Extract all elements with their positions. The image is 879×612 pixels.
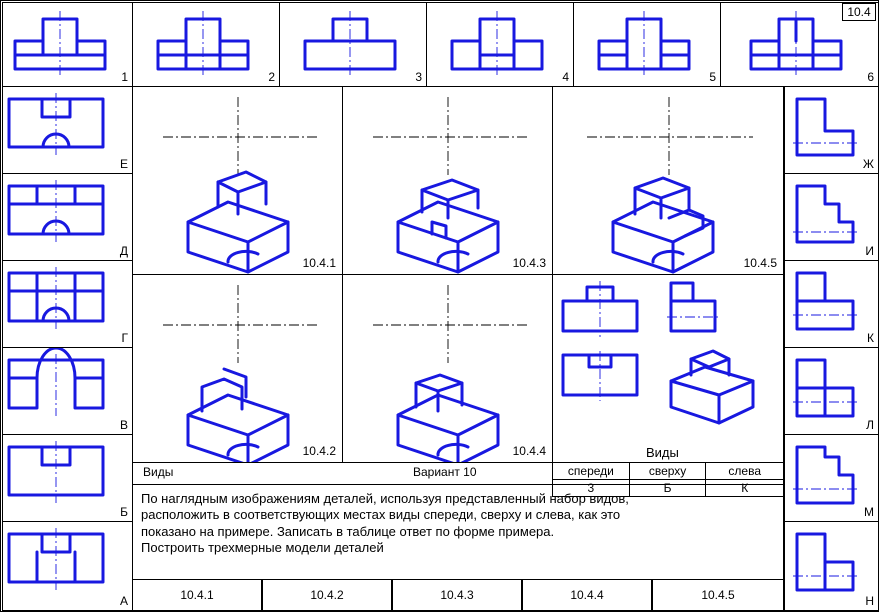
titles-row: Виды Вариант 10 (132, 462, 552, 484)
right-cell-M: М (784, 434, 879, 521)
right-cell-I: И (784, 173, 879, 260)
central-10.4.4: 10.4.4 (342, 274, 552, 462)
vidy2-title: Виды (646, 445, 679, 460)
central-label-3: 10.4.3 (513, 256, 546, 270)
instruction-line-3: показано на примере. Записать в таблице … (141, 524, 771, 540)
central-10.4.3: 10.4.3 (342, 86, 552, 274)
bottom-cell-3: 10.4.3 (392, 579, 522, 611)
central-10.4.1: 10.4.1 (132, 86, 342, 274)
left-cell-E: Е (2, 86, 132, 173)
top-label-3: 3 (415, 70, 422, 84)
bottom-label-5: 10.4.5 (701, 588, 734, 602)
bottom-label-2: 10.4.2 (310, 588, 343, 602)
top-label-5: 5 (709, 70, 716, 84)
right-cell-N: Н (784, 521, 879, 611)
right-label-M: М (864, 505, 874, 519)
top-cell-1: 1 (2, 2, 132, 86)
top-cell-2: 2 (132, 2, 279, 86)
bottom-cell-5: 10.4.5 (652, 579, 784, 611)
bottom-label-3: 10.4.3 (440, 588, 473, 602)
top-cell-6: 6 (720, 2, 879, 86)
answer-header-top: сверху (629, 463, 706, 480)
top-cell-5: 5 (573, 2, 720, 86)
central-label-2: 10.4.2 (303, 444, 336, 458)
top-label-1: 1 (121, 70, 128, 84)
left-label-D: Д (120, 244, 128, 258)
left-label-B: Б (120, 505, 128, 519)
instruction-line-1: По наглядным изображениям деталей, испол… (141, 491, 771, 507)
left-label-G: Г (122, 331, 129, 345)
right-label-Zh: Ж (863, 157, 874, 171)
left-label-E: Е (120, 157, 128, 171)
variant-title: Вариант 10 (413, 465, 477, 479)
answer-header-left: слева (706, 463, 784, 480)
top-cell-3: 3 (279, 2, 426, 86)
bottom-cell-4: 10.4.4 (522, 579, 652, 611)
vidy-title: Виды (143, 465, 173, 479)
left-cell-A: А (2, 521, 132, 611)
example-block (552, 274, 784, 462)
left-label-V: В (120, 418, 128, 432)
right-cell-L: Л (784, 347, 879, 434)
left-cell-V: В (2, 347, 132, 434)
top-label-2: 2 (268, 70, 275, 84)
top-label-6: 6 (867, 70, 874, 84)
instruction-line-4: Построить трехмерные модели деталей (141, 540, 771, 556)
right-label-N: Н (865, 594, 874, 608)
left-cell-D: Д (2, 173, 132, 260)
bottom-cell-2: 10.4.2 (262, 579, 392, 611)
central-label-1: 10.4.1 (303, 256, 336, 270)
central-10.4.2: 10.4.2 (132, 274, 342, 462)
bottom-label-4: 10.4.4 (570, 588, 603, 602)
central-label-5: 10.4.5 (744, 256, 777, 270)
left-cell-G: Г (2, 260, 132, 347)
right-cell-Zh: Ж (784, 86, 879, 173)
right-cell-K: К (784, 260, 879, 347)
right-label-I: И (865, 244, 874, 258)
right-label-L: Л (866, 418, 874, 432)
top-cell-4: 4 (426, 2, 573, 86)
left-cell-B: Б (2, 434, 132, 521)
left-label-A: А (120, 594, 128, 608)
bottom-label-1: 10.4.1 (180, 588, 213, 602)
right-label-K: К (867, 331, 874, 345)
instruction-line-2: расположить в соответствующих местах вид… (141, 507, 771, 523)
instructions-block: По наглядным изображениям деталей, испол… (132, 484, 784, 579)
central-10.4.5: 10.4.5 (552, 86, 784, 274)
central-label-4: 10.4.4 (513, 444, 546, 458)
top-label-4: 4 (562, 70, 569, 84)
bottom-cell-1: 10.4.1 (132, 579, 262, 611)
answer-header-front: спереди (553, 463, 630, 480)
